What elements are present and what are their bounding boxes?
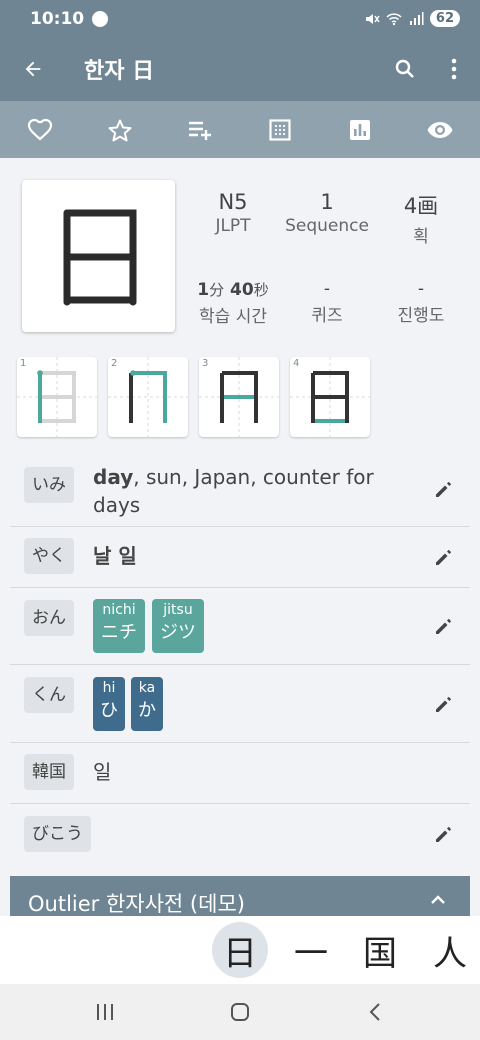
translation-text: 날 일	[93, 544, 137, 568]
mute-icon	[365, 13, 380, 24]
kanji-glyph	[63, 209, 137, 306]
heart-outline-icon	[27, 118, 53, 140]
bar-chart-icon	[350, 119, 370, 140]
back-button[interactable]	[0, 37, 66, 101]
strokes-value: 4画	[403, 194, 439, 218]
strokes-label: 획	[413, 227, 429, 247]
meaning-row: いみ day, sun, Japan, counter for days	[10, 455, 470, 527]
star-outline-icon	[108, 119, 132, 141]
kun-reading-tile[interactable]: hi ひ	[93, 677, 125, 731]
message-notification-icon	[92, 10, 109, 27]
system-nav-bar	[0, 984, 480, 1040]
edit-pencil-icon[interactable]	[434, 547, 454, 567]
add-to-list-button[interactable]	[160, 101, 240, 158]
translation-row: やく 날 일	[10, 527, 470, 588]
on-reading-label: おん	[24, 600, 74, 636]
status-bar: 10:10 62	[0, 0, 480, 37]
related-kanji[interactable]: 人	[422, 922, 478, 978]
eye-icon	[427, 121, 453, 138]
stroke-order-step[interactable]: 3	[199, 357, 279, 437]
app-bar: 한자 日	[0, 37, 480, 101]
battery-indicator: 62	[429, 10, 460, 27]
arrow-back-icon	[25, 61, 41, 77]
outlier-section-header[interactable]: Outlier 한자사전 (데모)	[10, 876, 470, 916]
edit-pencil-icon[interactable]	[434, 694, 454, 714]
home-button[interactable]	[225, 998, 255, 1026]
more-vert-icon	[451, 58, 457, 80]
progress-value: -	[417, 279, 425, 299]
recent-apps-button[interactable]	[90, 998, 120, 1026]
meaning-text: day, sun, Japan, counter for days	[93, 465, 374, 517]
recents-icon	[97, 1004, 113, 1020]
system-back-button[interactable]	[360, 998, 390, 1026]
progress-label: 진행도	[397, 306, 445, 326]
grid-dots-icon	[269, 118, 291, 141]
visibility-button[interactable]	[400, 101, 480, 158]
outlier-title: Outlier 한자사전 (데모)	[28, 892, 245, 916]
wifi-icon	[386, 12, 402, 25]
notes-row: びこう	[10, 804, 470, 864]
notes-label: びこう	[24, 816, 91, 852]
playlist-add-icon	[189, 121, 211, 140]
on-reading-tile[interactable]: nichi ニチ	[93, 599, 145, 653]
meaning-label: いみ	[24, 467, 74, 503]
progress-stat: - 진행도	[366, 279, 476, 326]
edit-pencil-icon[interactable]	[434, 479, 454, 499]
chevron-up-icon[interactable]	[430, 894, 446, 904]
related-kanji-selected[interactable]: 日	[212, 922, 268, 978]
related-kanji-strip: 日 一 国 人	[0, 916, 480, 984]
kun-reading-tile[interactable]: ka か	[131, 677, 163, 731]
korean-text: 일	[93, 760, 112, 784]
edit-pencil-icon[interactable]	[434, 616, 454, 636]
chevron-left-icon	[369, 1003, 380, 1021]
home-icon	[231, 1003, 249, 1021]
stroke-order-step[interactable]: 1	[17, 357, 97, 437]
related-kanji[interactable]: 国	[352, 922, 408, 978]
search-button[interactable]	[383, 37, 427, 101]
star-button[interactable]	[80, 101, 160, 158]
kun-reading-row: くん hi ひ ka か	[10, 665, 470, 743]
edit-pencil-icon[interactable]	[434, 824, 454, 844]
kanji-display	[22, 180, 175, 332]
stats-button[interactable]	[320, 101, 400, 158]
status-time: 10:10	[30, 8, 85, 29]
korean-row: 韓国 일	[10, 743, 470, 804]
grid-button[interactable]	[240, 101, 320, 158]
related-kanji[interactable]: 一	[283, 922, 339, 978]
on-reading-row: おん nichi ニチ jitsu ジツ	[10, 588, 470, 665]
stroke-order-step[interactable]: 2	[108, 357, 188, 437]
on-reading-tile[interactable]: jitsu ジツ	[152, 599, 204, 653]
stroke-order-step[interactable]: 4	[290, 357, 370, 437]
search-icon	[395, 59, 414, 78]
page-title: 한자 日	[84, 59, 155, 84]
favorite-button[interactable]	[0, 101, 80, 158]
kun-reading-label: くん	[24, 677, 74, 713]
korean-label: 韓国	[24, 754, 74, 790]
strokes-stat: 4画 획	[366, 190, 476, 247]
overflow-menu-button[interactable]	[432, 37, 476, 101]
signal-icon	[409, 11, 424, 25]
action-toolbar	[0, 101, 480, 158]
translation-label: やく	[24, 538, 74, 574]
